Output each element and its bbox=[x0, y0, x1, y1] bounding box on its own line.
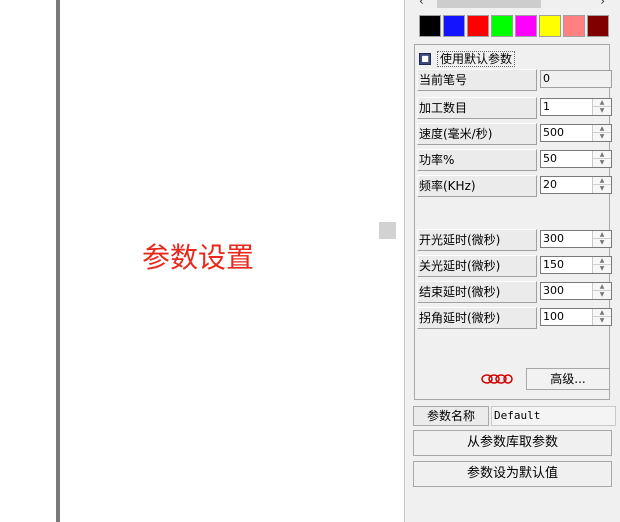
chain-link-icon[interactable] bbox=[481, 372, 513, 386]
end-delay-stepper[interactable]: ▲ ▼ bbox=[592, 283, 611, 299]
spin-up-icon[interactable]: ▲ bbox=[593, 231, 611, 239]
field-value: 300 bbox=[543, 232, 564, 245]
param-row-laser-off-delay: 关光延时(微秒) 150 ▲ ▼ bbox=[417, 255, 612, 277]
laser-off-delay-input[interactable]: 150 ▲ ▼ bbox=[540, 256, 612, 274]
speed-input[interactable]: 500 ▲ ▼ bbox=[540, 124, 612, 142]
parameter-panel: ‹ › ■ 使用默认参数 当前笔号 0 加工数目 1 ▲ ▼ 速度(毫米/秒) … bbox=[405, 0, 620, 522]
param-label: 当前笔号 bbox=[417, 69, 537, 91]
scrollbar-thumb[interactable] bbox=[437, 0, 541, 8]
param-row-frequency: 频率(KHz) 20 ▲ ▼ bbox=[417, 175, 612, 197]
field-value: 1 bbox=[543, 100, 550, 113]
laser-off-delay-stepper[interactable]: ▲ ▼ bbox=[592, 257, 611, 273]
speed-stepper[interactable]: ▲ ▼ bbox=[592, 125, 611, 141]
param-row-laser-on-delay: 开光延时(微秒) 300 ▲ ▼ bbox=[417, 229, 612, 251]
param-row-speed: 速度(毫米/秒) 500 ▲ ▼ bbox=[417, 123, 612, 145]
spin-up-icon[interactable]: ▲ bbox=[593, 177, 611, 185]
field-value: 500 bbox=[543, 126, 564, 139]
pen-color-swatch-1[interactable] bbox=[419, 15, 441, 37]
spin-up-icon[interactable]: ▲ bbox=[593, 99, 611, 107]
field-value: 150 bbox=[543, 258, 564, 271]
pen-color-swatch-8[interactable] bbox=[587, 15, 609, 37]
laser-on-delay-stepper[interactable]: ▲ ▼ bbox=[592, 231, 611, 247]
corner-delay-input[interactable]: 100 ▲ ▼ bbox=[540, 308, 612, 326]
field-value: 300 bbox=[543, 284, 564, 297]
spin-down-icon[interactable]: ▼ bbox=[593, 107, 611, 115]
spin-down-icon[interactable]: ▼ bbox=[593, 317, 611, 325]
spin-up-icon[interactable]: ▲ bbox=[593, 125, 611, 133]
spin-up-icon[interactable]: ▲ bbox=[593, 283, 611, 291]
pen-color-swatch-6[interactable] bbox=[539, 15, 561, 37]
count-stepper[interactable]: ▲ ▼ bbox=[592, 99, 611, 115]
scroll-right-icon[interactable]: › bbox=[600, 0, 605, 8]
param-label: 加工数目 bbox=[417, 97, 537, 119]
param-row-count: 加工数目 1 ▲ ▼ bbox=[417, 97, 612, 119]
end-delay-input[interactable]: 300 ▲ ▼ bbox=[540, 282, 612, 300]
count-input[interactable]: 1 ▲ ▼ bbox=[540, 98, 612, 116]
laser-on-delay-input[interactable]: 300 ▲ ▼ bbox=[540, 230, 612, 248]
param-label: 关光延时(微秒) bbox=[417, 255, 537, 277]
spin-up-icon[interactable]: ▲ bbox=[593, 151, 611, 159]
use-default-label: 使用默认参数 bbox=[437, 51, 516, 67]
field-value: 20 bbox=[543, 178, 557, 191]
param-label: 频率(KHz) bbox=[417, 175, 537, 197]
set-as-default-button[interactable]: 参数设为默认值 bbox=[413, 461, 612, 487]
power-input[interactable]: 50 ▲ ▼ bbox=[540, 150, 612, 168]
checkbox-icon[interactable]: ■ bbox=[419, 53, 431, 65]
spin-down-icon[interactable]: ▼ bbox=[593, 239, 611, 247]
load-from-library-button[interactable]: 从参数库取参数 bbox=[413, 430, 612, 456]
spin-up-icon[interactable]: ▲ bbox=[593, 257, 611, 265]
param-row-pen-number: 当前笔号 0 bbox=[417, 69, 612, 91]
pen-color-swatch-3[interactable] bbox=[467, 15, 489, 37]
splitter-handle[interactable] bbox=[379, 222, 396, 239]
pen-number-field: 0 bbox=[540, 70, 612, 88]
param-name-label: 参数名称 bbox=[413, 406, 489, 426]
use-default-checkbox[interactable]: ■ 使用默认参数 bbox=[419, 51, 516, 67]
frequency-stepper[interactable]: ▲ ▼ bbox=[592, 177, 611, 193]
param-name-field[interactable]: Default bbox=[491, 406, 616, 426]
spin-up-icon[interactable]: ▲ bbox=[593, 309, 611, 317]
power-stepper[interactable]: ▲ ▼ bbox=[592, 151, 611, 167]
param-label: 功率% bbox=[417, 149, 537, 171]
spin-down-icon[interactable]: ▼ bbox=[593, 185, 611, 193]
spin-down-icon[interactable]: ▼ bbox=[593, 159, 611, 167]
pen-color-swatch-7[interactable] bbox=[563, 15, 585, 37]
pen-color-swatch-4[interactable] bbox=[491, 15, 513, 37]
canvas-annotation: 参数设置 bbox=[142, 241, 255, 274]
horizontal-scrollbar[interactable]: ‹ › bbox=[419, 0, 611, 9]
pen-parameters-group: ■ 使用默认参数 当前笔号 0 加工数目 1 ▲ ▼ 速度(毫米/秒) 500 … bbox=[414, 44, 612, 400]
param-name-row: 参数名称 Default bbox=[413, 406, 616, 426]
param-label: 结束延时(微秒) bbox=[417, 281, 537, 303]
pen-color-swatch-2[interactable] bbox=[443, 15, 465, 37]
field-value: 100 bbox=[543, 310, 564, 323]
param-label: 速度(毫米/秒) bbox=[417, 123, 537, 145]
spin-down-icon[interactable]: ▼ bbox=[593, 265, 611, 273]
corner-delay-stepper[interactable]: ▲ ▼ bbox=[592, 309, 611, 325]
frequency-input[interactable]: 20 ▲ ▼ bbox=[540, 176, 612, 194]
color-palette bbox=[419, 15, 611, 37]
advanced-button[interactable]: 高级... bbox=[526, 368, 610, 390]
scroll-left-icon[interactable]: ‹ bbox=[419, 0, 424, 8]
param-label: 拐角延时(微秒) bbox=[417, 307, 537, 329]
spin-down-icon[interactable]: ▼ bbox=[593, 291, 611, 299]
spin-down-icon[interactable]: ▼ bbox=[593, 133, 611, 141]
param-label: 开光延时(微秒) bbox=[417, 229, 537, 251]
param-row-power: 功率% 50 ▲ ▼ bbox=[417, 149, 612, 171]
field-value: 50 bbox=[543, 152, 557, 165]
canvas-border bbox=[56, 0, 60, 522]
param-row-end-delay: 结束延时(微秒) 300 ▲ ▼ bbox=[417, 281, 612, 303]
param-row-corner-delay: 拐角延时(微秒) 100 ▲ ▼ bbox=[417, 307, 612, 329]
pen-color-swatch-5[interactable] bbox=[515, 15, 537, 37]
